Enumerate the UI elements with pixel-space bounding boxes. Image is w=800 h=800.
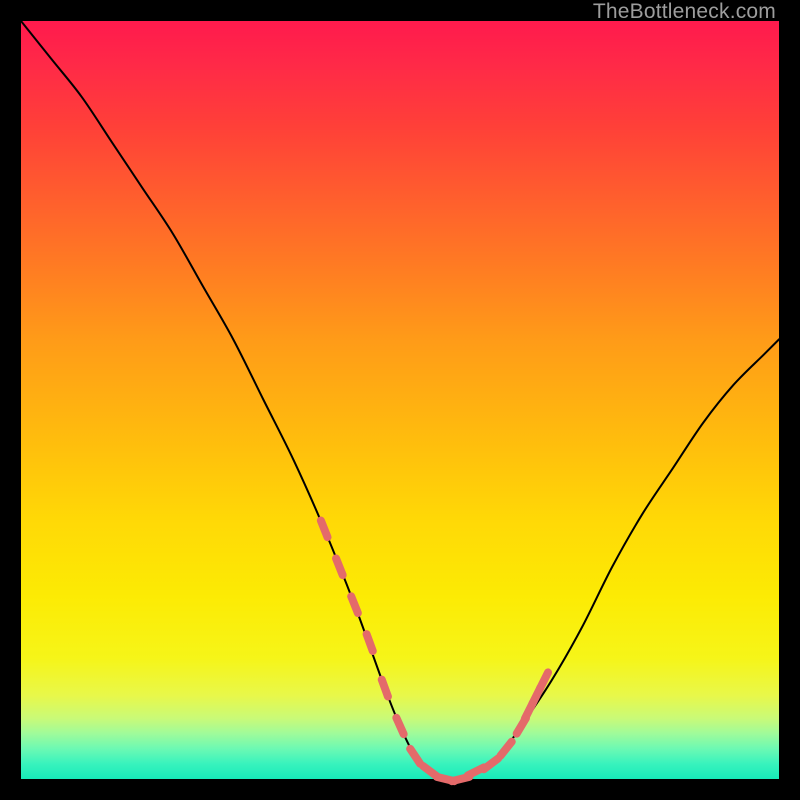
sweet-spot-marker bbox=[501, 742, 512, 756]
chart-frame bbox=[21, 21, 779, 779]
sweet-spot-marker bbox=[336, 558, 343, 575]
sweet-spot-markers bbox=[321, 521, 548, 782]
chart-svg bbox=[21, 21, 779, 779]
sweet-spot-marker bbox=[540, 672, 548, 688]
sweet-spot-marker bbox=[321, 521, 328, 538]
sweet-spot-marker bbox=[484, 758, 498, 769]
sweet-spot-marker bbox=[351, 596, 358, 613]
sweet-spot-marker bbox=[396, 718, 403, 734]
watermark-text: TheBottleneck.com bbox=[593, 0, 776, 24]
bottleneck-curve bbox=[21, 21, 779, 780]
sweet-spot-marker bbox=[410, 749, 420, 764]
sweet-spot-marker bbox=[367, 634, 373, 651]
sweet-spot-marker bbox=[382, 680, 388, 697]
bottleneck-curve-path bbox=[21, 21, 779, 780]
